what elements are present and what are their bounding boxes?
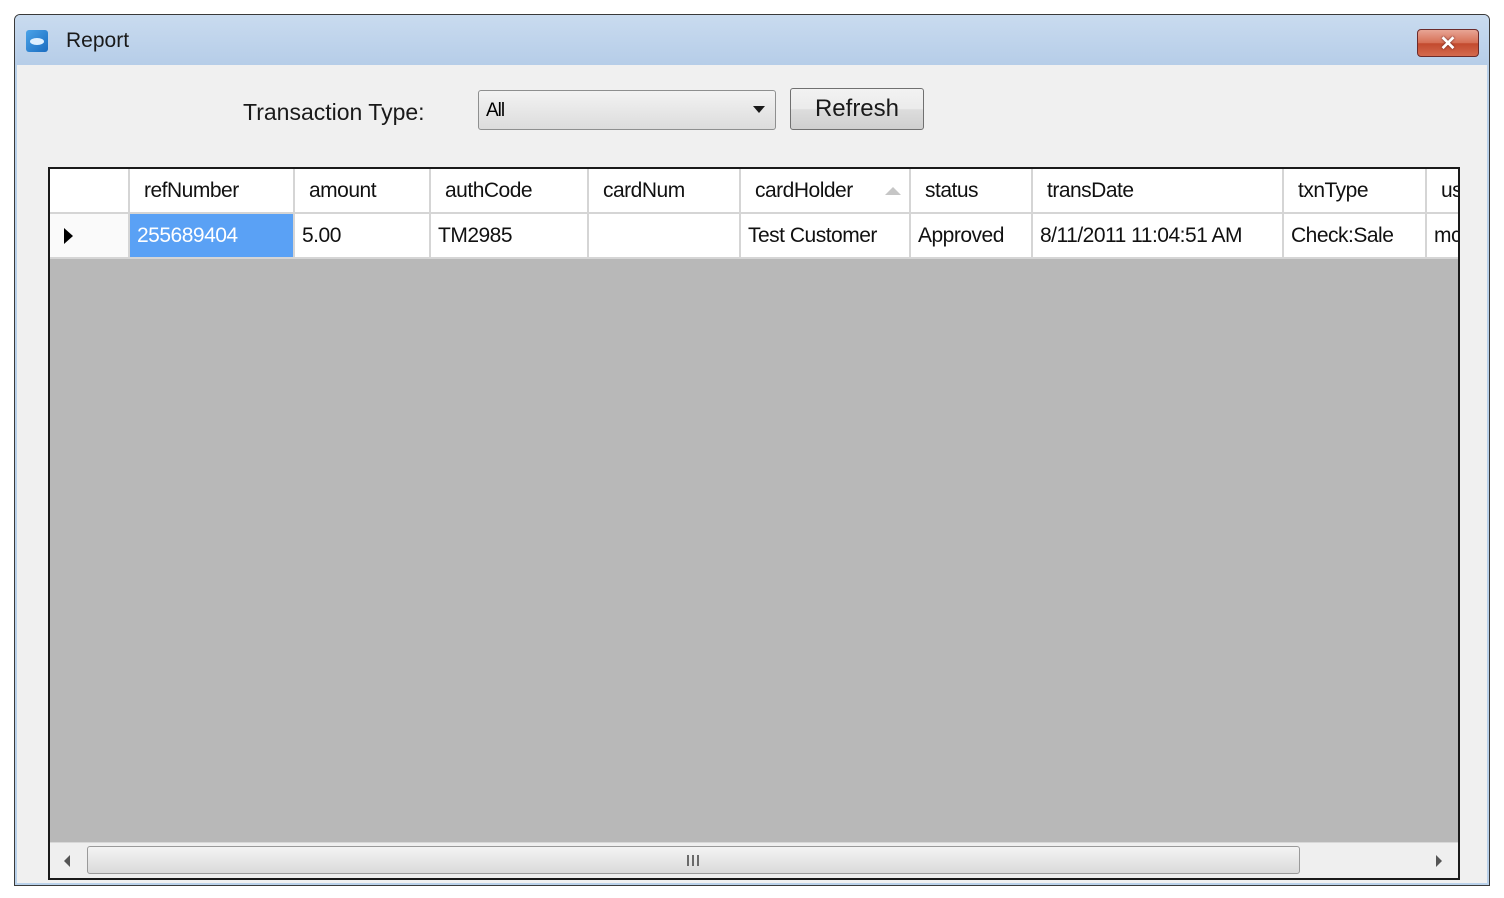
cell-cardnum[interactable] xyxy=(589,214,741,259)
column-header-status[interactable]: status xyxy=(911,169,1033,212)
column-header-transdate[interactable]: transDate xyxy=(1033,169,1284,212)
grid-header-row: refNumber amount authCode cardNum cardHo… xyxy=(50,169,1458,214)
scroll-thumb[interactable] xyxy=(87,846,1300,874)
transaction-type-value: All xyxy=(486,100,505,121)
column-header-cardnum[interactable]: cardNum xyxy=(589,169,741,212)
cell-refnumber[interactable]: 255689404 xyxy=(130,214,295,259)
column-header-txntype[interactable]: txnType xyxy=(1284,169,1427,212)
report-window: Report ✕ Transaction Type: All Refresh r… xyxy=(14,14,1490,886)
transaction-type-label: Transaction Type: xyxy=(243,99,425,125)
cell-cardholder[interactable]: Test Customer xyxy=(741,214,911,259)
title-bar: Report ✕ xyxy=(15,15,1489,65)
current-row-indicator-icon xyxy=(64,227,73,244)
cell-amount[interactable]: 5.00 xyxy=(295,214,431,259)
transactions-grid[interactable]: refNumber amount authCode cardNum cardHo… xyxy=(48,167,1460,880)
column-header-amount[interactable]: amount xyxy=(295,169,431,212)
column-header-cardholder[interactable]: cardHolder xyxy=(741,169,911,212)
scroll-right-icon[interactable] xyxy=(1436,855,1442,867)
cell-txntype[interactable]: Check:Sale xyxy=(1284,214,1427,259)
refresh-button[interactable]: Refresh xyxy=(790,88,924,130)
cell-transdate[interactable]: 8/11/2011 11:04:51 AM xyxy=(1033,214,1284,259)
grip-icon xyxy=(686,855,701,866)
scroll-left-icon[interactable] xyxy=(64,855,70,867)
column-header-authcode[interactable]: authCode xyxy=(431,169,589,212)
cell-us[interactable]: mc xyxy=(1427,214,1458,259)
table-row[interactable]: 255689404 5.00 TM2985 Test Customer Appr… xyxy=(50,214,1458,259)
close-button[interactable]: ✕ xyxy=(1417,29,1479,57)
window-title: Report xyxy=(66,29,130,52)
row-header[interactable] xyxy=(50,214,130,259)
corner-header[interactable] xyxy=(50,169,130,212)
cell-authcode[interactable]: TM2985 xyxy=(431,214,589,259)
cell-status[interactable]: Approved xyxy=(911,214,1033,259)
horizontal-scrollbar[interactable] xyxy=(50,842,1458,878)
client-area: Transaction Type: All Refresh refNumber … xyxy=(17,65,1487,883)
column-header-us[interactable]: us xyxy=(1427,169,1458,212)
chevron-down-icon[interactable] xyxy=(753,106,765,113)
sort-ascending-icon xyxy=(885,186,901,195)
column-header-refnumber[interactable]: refNumber xyxy=(130,169,295,212)
app-logo-icon xyxy=(26,30,48,52)
close-icon: ✕ xyxy=(1439,32,1457,55)
transaction-type-select[interactable]: All xyxy=(478,90,776,130)
